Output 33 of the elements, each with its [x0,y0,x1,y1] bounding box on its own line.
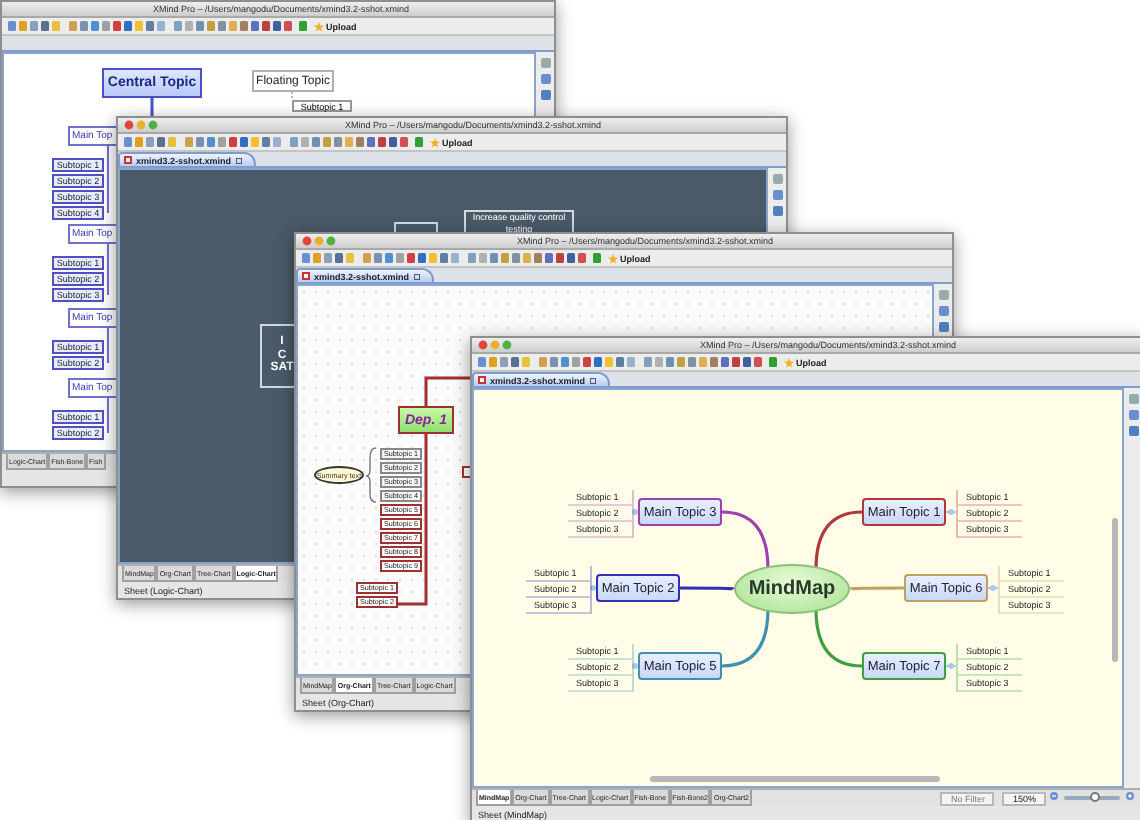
connector-line [107,243,109,296]
toolbar-icons-drawing[interactable] [302,252,602,264]
bracket-icon [365,447,377,503]
star-icon [430,137,440,147]
close-icon[interactable] [589,377,596,383]
window-controls-icon[interactable] [124,120,160,130]
connector-line [107,327,109,364]
star-icon [314,21,324,31]
star-icon [784,357,794,367]
connector-line [107,397,109,434]
scroll-thumb[interactable] [650,776,940,782]
slider-thumb[interactable] [1089,792,1100,802]
document-icon [124,156,132,164]
document-icon [478,376,486,384]
side-toolbar-drawing[interactable] [771,174,783,216]
toolbar-icons-drawing[interactable] [478,356,778,368]
side-toolbar-drawing[interactable] [937,290,949,332]
connector-line [291,91,293,101]
scroll-thumb[interactable] [1112,518,1118,662]
window-controls-icon[interactable] [478,340,514,350]
zoom-in-icon[interactable] [1126,792,1134,800]
side-toolbar-drawing[interactable] [539,58,551,100]
toolbar-icons-drawing[interactable] [124,136,424,148]
close-icon[interactable] [413,273,420,279]
document-icon [302,272,310,280]
window-controls-icon[interactable] [302,236,338,246]
zoom-out-icon[interactable] [1050,792,1058,800]
connector-line [107,145,109,214]
star-icon [608,253,618,263]
toolbar-icons-drawing[interactable] [8,20,308,32]
side-toolbar-drawing[interactable] [1127,394,1139,436]
close-icon[interactable] [235,157,242,163]
central-topic[interactable]: MindMap [734,564,850,614]
